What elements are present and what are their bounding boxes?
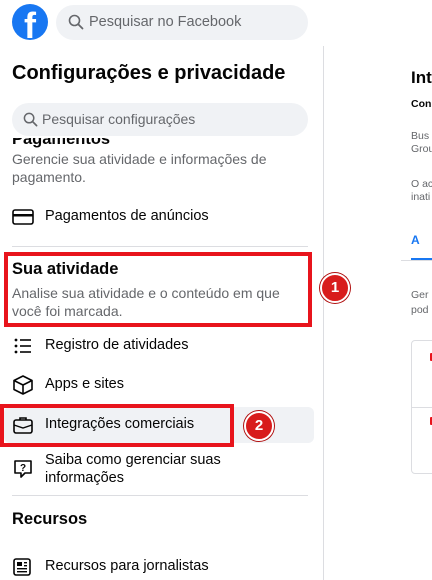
content-text: O ac [411,178,432,190]
sidebar-item-label: Apps e sites [45,376,124,392]
settings-search-input[interactable]: Pesquisar configurações [12,103,308,136]
search-icon [68,14,84,30]
section-desc-payments: Gerencie sua atividade e informações de … [12,151,267,185]
sidebar-item-ad-payments[interactable]: Pagamentos de anúncios [4,199,314,235]
content-text: pod [411,304,429,316]
sidebar-item-journalist-resources[interactable]: Recursos para jornalistas [4,549,314,580]
settings-list[interactable]: Pagamentos Gerencie sua atividade e info… [0,138,323,580]
content-text: inati [411,191,431,203]
divider [412,407,432,408]
info-question-icon: ? [14,460,32,478]
highlight-box-integrations [0,404,234,447]
newspaper-icon [13,558,31,576]
content-text: Ger [411,289,429,301]
step-badge-1: 1 [320,273,350,303]
top-bar: f Pesquisar no Facebook [0,0,432,46]
svg-text:?: ? [20,463,26,474]
highlight-box-activity [4,252,312,327]
page-title: Configurações e privacidade [12,62,286,84]
credit-card-icon [12,209,34,225]
content-card [411,340,432,474]
search-icon [23,112,38,127]
sidebar-item-apps-websites[interactable]: Apps e sites [4,367,314,403]
tab-active[interactable]: A [411,233,420,247]
divider [12,495,308,496]
sidebar-item-label: Pagamentos de anúncios [45,208,209,224]
list-icon [14,338,31,354]
facebook-search-placeholder: Pesquisar no Facebook [89,14,242,30]
step-badge-2: 2 [244,411,274,441]
sidebar-item-label: Saiba como gerenciar suas informações [45,452,221,486]
sidebar-item-manage-info[interactable]: ? Saiba como gerenciar suas informações [4,448,314,492]
cube-icon [13,375,33,395]
facebook-logo[interactable]: f [12,4,48,40]
content-text: Bus [411,130,430,142]
sidebar-item-activity-log[interactable]: Registro de atividades [4,328,314,364]
divider [12,246,308,247]
facebook-search-input[interactable]: Pesquisar no Facebook [56,5,308,40]
content-subtitle: Con [411,98,432,110]
main-content: Int Con Bus Grou O ac inati A Ger pod [325,46,432,580]
sidebar-item-label: Registro de atividades [45,337,189,353]
content-text: Grou [411,143,432,155]
content-title: Int [411,68,432,87]
settings-search-placeholder: Pesquisar configurações [42,111,196,127]
divider [401,260,432,261]
sidebar-item-label: Recursos para jornalistas [45,558,209,574]
section-title-resources: Recursos [12,510,88,528]
facebook-logo-letter: f [24,5,36,41]
section-title-payments: Pagamentos [12,138,111,148]
